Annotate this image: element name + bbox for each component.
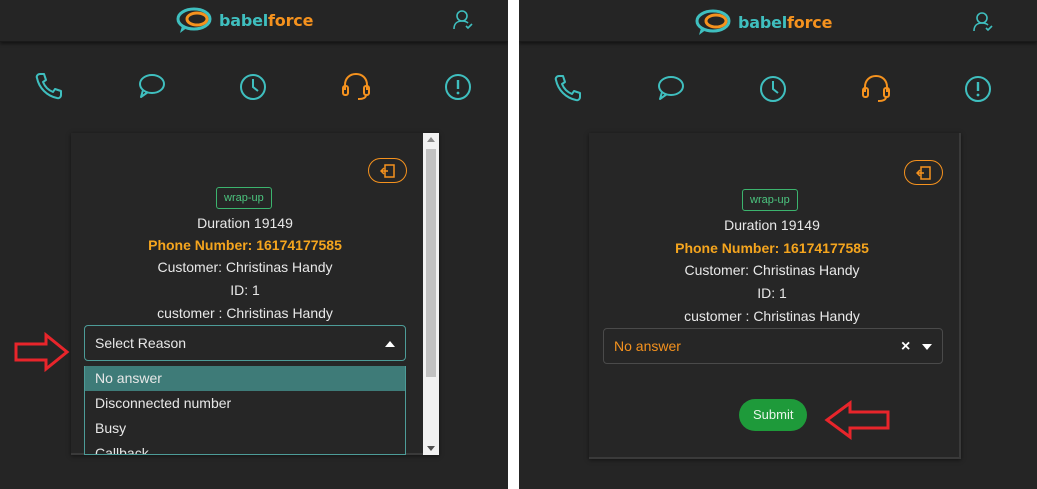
wrap-up-card: wrap-up Duration 19149 Phone Number: 161…	[71, 133, 439, 455]
chat-icon[interactable]	[655, 72, 687, 106]
customer-id-text: ID: 1	[230, 282, 260, 298]
customer-id-text: ID: 1	[757, 285, 787, 301]
scroll-down-icon[interactable]	[427, 446, 435, 451]
user-icon[interactable]	[972, 11, 994, 33]
reason-select[interactable]: No answer ×	[603, 328, 943, 364]
user-icon[interactable]	[452, 9, 474, 31]
clear-selection-icon[interactable]: ×	[901, 339, 910, 355]
logo-text-babel: babel	[219, 10, 269, 30]
reason-dropdown-menu: No answer Disconnected number Busy Callb…	[84, 366, 406, 455]
nav-bar	[0, 70, 508, 106]
customer-field-text: customer : Christinas Handy	[157, 305, 333, 321]
clock-icon[interactable]	[237, 70, 269, 104]
reason-select[interactable]: Select Reason	[84, 325, 406, 361]
wrap-up-badge: wrap-up	[216, 187, 272, 209]
babelforce-logo: babelforce	[176, 6, 313, 34]
customer-name-text: Customer: Christinas Handy	[157, 259, 333, 275]
customer-name-text: Customer: Christinas Handy	[684, 262, 860, 278]
headset-icon[interactable]	[340, 70, 372, 104]
alert-icon[interactable]	[442, 70, 474, 104]
headset-icon[interactable]	[860, 72, 892, 106]
duration-text: Duration 19149	[197, 215, 293, 231]
exit-button[interactable]	[904, 160, 943, 185]
phone-number-text: Phone Number: 16174177585	[148, 237, 342, 253]
reason-select-placeholder: Select Reason	[95, 335, 187, 351]
caret-down-icon[interactable]	[922, 344, 932, 350]
agent-panel-right: babelforce wrap-up Duration 19149 Phone …	[519, 0, 1037, 489]
chat-icon[interactable]	[136, 70, 168, 104]
phone-icon[interactable]	[552, 72, 584, 106]
annotation-arrow-right-icon	[14, 332, 70, 372]
caret-up-icon[interactable]	[385, 341, 395, 347]
logo-text-force: force	[268, 10, 314, 30]
top-bar: babelforce	[0, 0, 508, 42]
option-busy[interactable]: Busy	[85, 416, 405, 441]
card-scrollbar[interactable]	[423, 133, 439, 455]
logo-text-force: force	[787, 12, 833, 32]
exit-button[interactable]	[368, 158, 407, 183]
babelforce-logo: babelforce	[695, 8, 832, 36]
option-disconnected-number[interactable]: Disconnected number	[85, 391, 405, 416]
annotation-arrow-left-icon	[824, 400, 890, 440]
customer-field-text: customer : Christinas Handy	[684, 308, 860, 324]
option-no-answer[interactable]: No answer	[85, 366, 405, 391]
reason-select-value: No answer	[614, 338, 681, 354]
option-callback[interactable]: Callback	[85, 441, 405, 454]
phone-number-text: Phone Number: 16174177585	[675, 240, 869, 256]
alert-icon[interactable]	[962, 72, 994, 106]
agent-panel-left: babelforce wrap-up Duration 19149 Phone …	[0, 0, 508, 489]
exit-icon	[915, 165, 931, 180]
exit-icon	[379, 163, 395, 178]
logo-bubble-icon	[695, 9, 731, 35]
clock-icon[interactable]	[757, 72, 789, 106]
submit-button[interactable]: Submit	[739, 399, 808, 431]
wrap-up-badge: wrap-up	[742, 189, 798, 211]
scroll-up-icon[interactable]	[427, 137, 435, 142]
wrap-up-card: wrap-up Duration 19149 Phone Number: 161…	[589, 133, 961, 459]
duration-text: Duration 19149	[724, 217, 820, 233]
top-bar: babelforce	[519, 0, 1037, 42]
phone-icon[interactable]	[33, 70, 65, 104]
nav-bar	[519, 72, 1037, 108]
scrollbar-thumb[interactable]	[426, 149, 436, 377]
logo-text-babel: babel	[738, 12, 788, 32]
logo-bubble-icon	[176, 7, 212, 33]
